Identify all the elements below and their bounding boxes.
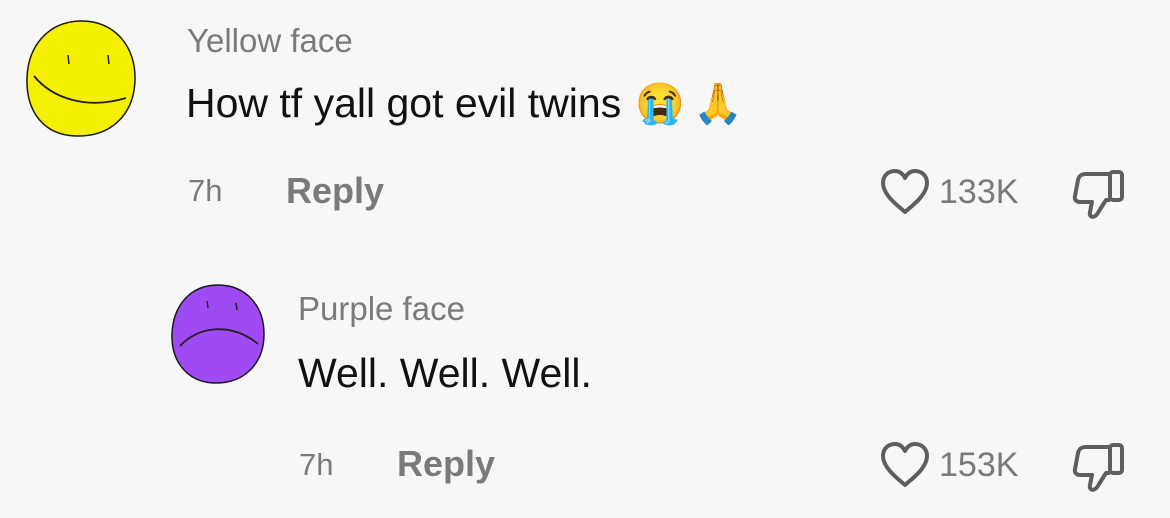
comments-panel: Yellow face How tf yall got evil twins 😭… (0, 0, 1170, 518)
like-button[interactable]: 133K (879, 168, 1018, 216)
loudly-crying-emoji: 😭 (635, 82, 686, 126)
heart-outline-icon (881, 442, 929, 487)
like-button[interactable]: 153K (879, 441, 1018, 489)
like-count: 133K (939, 172, 1019, 211)
reply-button[interactable]: Reply (286, 170, 384, 212)
comment-text: How tf yall got evil twins 😭 🙏 (186, 80, 743, 127)
folded-hands-emoji: 🙏 (693, 82, 743, 126)
heart-outline-icon (881, 169, 929, 214)
comment-timestamp: 7h (188, 173, 223, 208)
comment-body: Well. Well. Well. (298, 350, 592, 396)
thumbs-down-outline-icon[interactable] (1072, 441, 1128, 493)
reply-button[interactable]: Reply (397, 443, 495, 485)
like-count: 153K (939, 445, 1019, 484)
avatar[interactable] (22, 18, 140, 140)
comment-username[interactable]: Purple face (298, 290, 465, 328)
comment-username[interactable]: Yellow face (187, 22, 353, 60)
avatar[interactable] (168, 282, 268, 386)
comment-timestamp: 7h (299, 447, 334, 482)
thumbs-down-outline-icon[interactable] (1072, 168, 1128, 220)
comment-body: How tf yall got evil twins (186, 80, 622, 126)
